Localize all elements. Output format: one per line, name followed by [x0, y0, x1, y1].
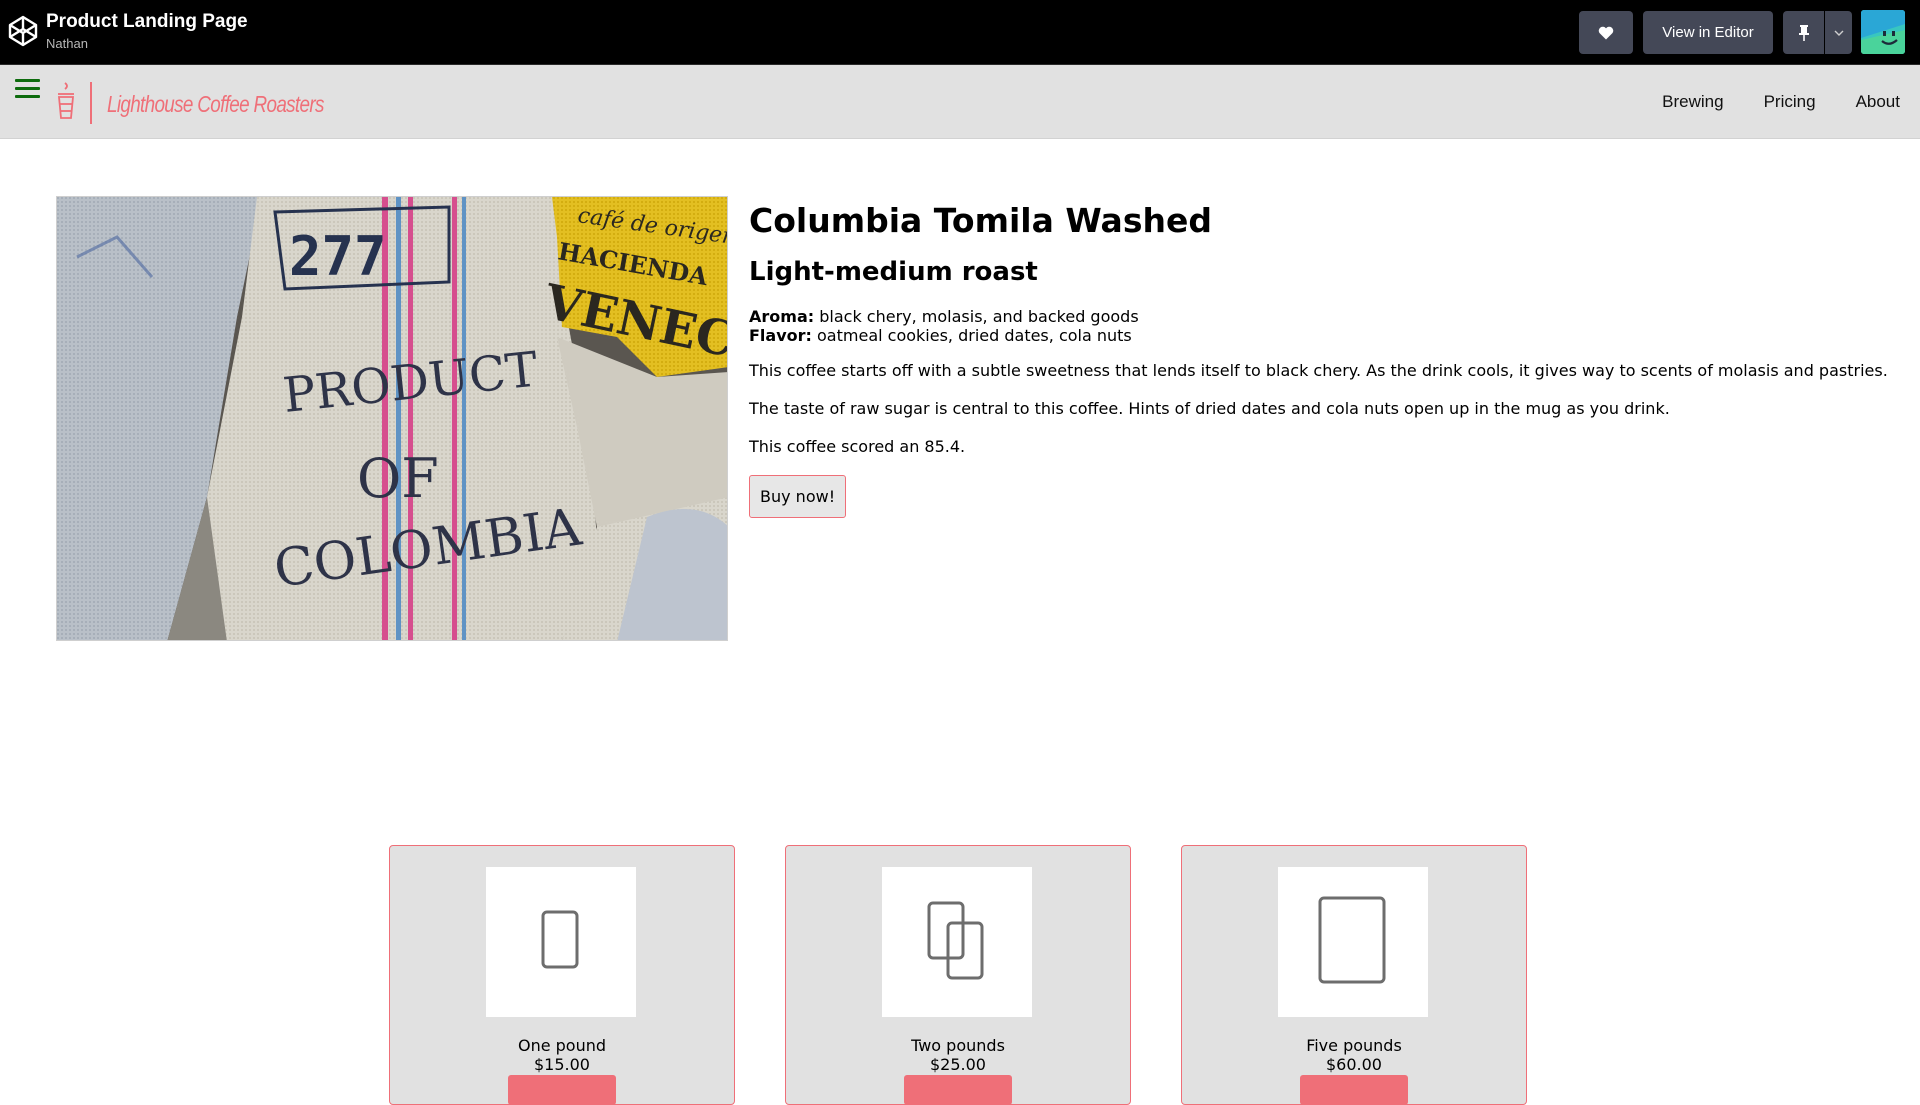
- brand-divider: [90, 82, 92, 124]
- aroma-text: black chery, molasis, and backed goods: [819, 307, 1139, 326]
- like-button[interactable]: [1579, 11, 1633, 54]
- pricing-card-one-pound: One pound $15.00: [389, 845, 735, 1105]
- pricing-price: $60.00: [1326, 1055, 1382, 1074]
- avatar-face-icon: [1861, 10, 1905, 54]
- nav-link-about[interactable]: About: [1856, 92, 1900, 112]
- pin-icon: [1798, 24, 1809, 41]
- buy-now-button[interactable]: Buy now!: [749, 475, 847, 518]
- product-photo: 277 PRODUCT OF COLOMBIA HACIENDA VENECIA…: [56, 196, 728, 641]
- chevron-down-icon: [1834, 30, 1843, 36]
- coffee-cup-icon: [58, 82, 74, 119]
- sack-number-text: 277: [289, 225, 387, 288]
- pin-button[interactable]: [1783, 11, 1824, 54]
- view-in-editor-button[interactable]: View in Editor: [1643, 11, 1773, 54]
- pin-options-button[interactable]: [1825, 11, 1852, 54]
- pricing-card-five-pounds: Five pounds $60.00: [1181, 845, 1527, 1105]
- codepen-logo-icon[interactable]: [7, 14, 39, 48]
- pricing-name: Two pounds: [911, 1036, 1005, 1055]
- flavor-text: oatmeal cookies, dried dates, cola nuts: [817, 326, 1132, 345]
- score-paragraph: This coffee scored an 85.4.: [749, 437, 966, 456]
- pricing-name: One pound: [517, 1036, 607, 1055]
- bag-image: [882, 867, 1032, 1017]
- heart-icon: [1598, 26, 1614, 39]
- description-paragraph-2: The taste of raw sugar is central to thi…: [749, 399, 1670, 418]
- bag-image: [486, 867, 636, 1017]
- two-bags-icon: [927, 901, 984, 980]
- pricing-price: $15.00: [534, 1055, 590, 1074]
- description-paragraph-1: This coffee starts off with a subtle swe…: [749, 361, 1888, 380]
- bag-image: [1278, 867, 1428, 1017]
- aroma-line: Aroma: black chery, molasis, and backed …: [749, 307, 1899, 326]
- nav-links: Brewing Pricing About: [1662, 92, 1900, 112]
- flavor-label: Flavor:: [749, 326, 812, 345]
- small-bag-icon: [541, 910, 579, 969]
- large-bag-icon: [1318, 896, 1386, 984]
- roast-level: Light-medium roast: [749, 257, 1038, 287]
- product-details: Columbia Tomila Washed Light-medium roas…: [749, 201, 1899, 518]
- aroma-label: Aroma:: [749, 307, 815, 326]
- pen-author[interactable]: Nathan: [46, 36, 88, 51]
- nav-link-pricing[interactable]: Pricing: [1764, 92, 1816, 112]
- user-avatar[interactable]: [1861, 10, 1905, 54]
- pen-title: Product Landing Page: [46, 11, 248, 32]
- product-title: Columbia Tomila Washed: [749, 201, 1212, 240]
- pricing-price: $25.00: [930, 1055, 986, 1074]
- codepen-header: Product Landing Page Nathan View in Edit…: [0, 0, 1920, 65]
- flavor-line: Flavor: oatmeal cookies, dried dates, co…: [749, 326, 1899, 345]
- tasting-notes: Aroma: black chery, molasis, and backed …: [749, 307, 1899, 345]
- nav-link-brewing[interactable]: Brewing: [1662, 92, 1723, 112]
- menu-icon[interactable]: [15, 79, 40, 99]
- brand-name[interactable]: Lighthouse Coffee Roasters: [107, 91, 324, 118]
- pricing-name: Five pounds: [1306, 1036, 1402, 1055]
- pricing-card-two-pounds: Two pounds $25.00: [785, 845, 1131, 1105]
- site-navbar: Lighthouse Coffee Roasters Brewing Prici…: [0, 65, 1920, 139]
- sack-of-text: OF: [357, 447, 439, 510]
- coffee-sacks-image: 277 PRODUCT OF COLOMBIA HACIENDA VENECIA…: [57, 197, 727, 640]
